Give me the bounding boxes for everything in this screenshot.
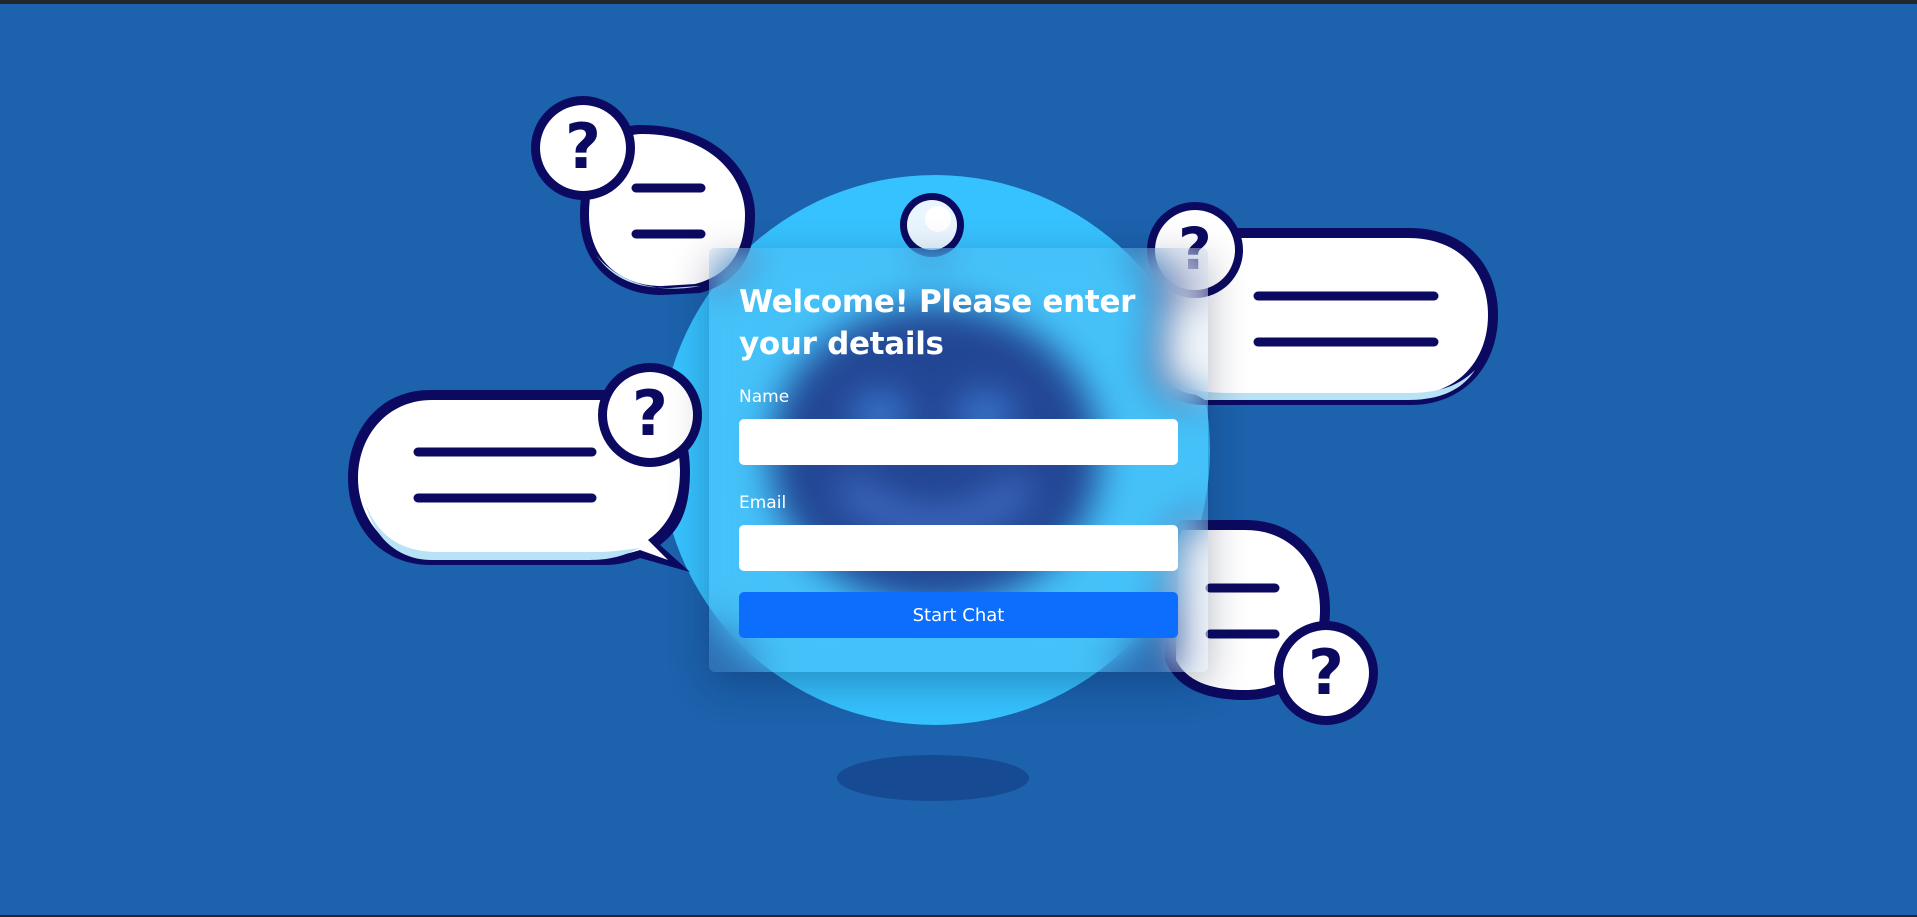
email-label: Email bbox=[739, 493, 787, 513]
name-input[interactable] bbox=[739, 419, 1178, 465]
form-title: Welcome! Please enter your details bbox=[739, 284, 1136, 362]
name-label: Name bbox=[739, 387, 790, 407]
svg-text:?: ? bbox=[565, 110, 601, 183]
email-input[interactable] bbox=[739, 525, 1178, 571]
svg-text:?: ? bbox=[632, 377, 668, 450]
speech-bubble-left-icon: ? bbox=[348, 363, 702, 572]
svg-text:?: ? bbox=[1308, 636, 1344, 709]
login-card: Welcome! Please enter your details Name … bbox=[709, 248, 1208, 672]
robot-shadow bbox=[837, 755, 1029, 801]
start-chat-button[interactable]: Start Chat bbox=[739, 592, 1178, 638]
